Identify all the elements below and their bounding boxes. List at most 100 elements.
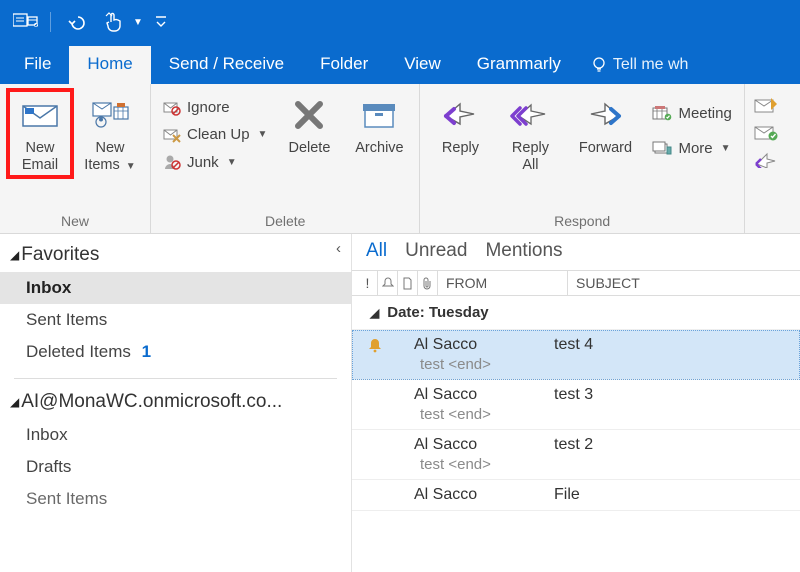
- quickstep-icon-2[interactable]: [753, 124, 779, 142]
- tell-me-label: Tell me wh: [613, 56, 689, 74]
- customize-qat-icon[interactable]: [153, 8, 169, 36]
- nav-item-sent[interactable]: Sent Items: [0, 304, 351, 336]
- forward-icon: [585, 94, 625, 136]
- touch-mode-dropdown-icon[interactable]: ▼: [133, 17, 143, 28]
- tab-send-receive[interactable]: Send / Receive: [151, 46, 302, 84]
- folder-pane: ‹ ◢ Favorites Inbox Sent Items Deleted I…: [0, 234, 352, 572]
- delete-label: Delete: [288, 140, 330, 157]
- junk-label: Junk: [187, 154, 219, 171]
- more-icon: [652, 141, 672, 157]
- date-group-label: Date: Tuesday: [387, 304, 488, 321]
- reply-all-label: Reply All: [512, 140, 549, 173]
- new-items-icon: [90, 94, 130, 136]
- expand-triangle-icon: ◢: [10, 248, 19, 262]
- undo-icon[interactable]: [61, 8, 89, 36]
- new-items-button[interactable]: New Items ▼: [78, 90, 142, 177]
- nav-item-account-inbox[interactable]: Inbox: [0, 419, 351, 451]
- nav-item-account-sent[interactable]: Sent Items: [0, 483, 351, 515]
- ribbon-group-delete: Ignore Clean Up ▼ Junk ▼ Delete: [151, 84, 420, 233]
- cleanup-icon: [163, 127, 181, 143]
- collapse-pane-icon[interactable]: ‹: [336, 240, 341, 257]
- favorites-header[interactable]: ◢ Favorites: [0, 240, 351, 272]
- forward-button[interactable]: Forward: [568, 90, 642, 161]
- column-header-row[interactable]: ! FROM SUBJECT: [352, 270, 800, 296]
- tab-file[interactable]: File: [6, 46, 69, 84]
- message-from: Al Sacco: [414, 486, 554, 504]
- more-label: More: [678, 140, 712, 157]
- importance-column-icon[interactable]: !: [358, 271, 378, 295]
- tab-folder[interactable]: Folder: [302, 46, 386, 84]
- ignore-button[interactable]: Ignore: [159, 96, 271, 119]
- reply-button[interactable]: Reply: [428, 90, 492, 161]
- tab-grammarly[interactable]: Grammarly: [459, 46, 579, 84]
- deleted-count: 1: [142, 342, 151, 361]
- tell-me-search[interactable]: Tell me wh: [579, 48, 689, 84]
- junk-icon: [163, 153, 181, 171]
- message-list-pane: All Unread Mentions ! FROM SUBJECT ◢ Dat…: [352, 234, 800, 572]
- tab-view[interactable]: View: [386, 46, 459, 84]
- outlook-calendar-icon[interactable]: [12, 8, 40, 36]
- quickstep-icon-1[interactable]: [753, 96, 779, 116]
- chevron-down-icon: ▼: [258, 129, 268, 140]
- date-group-header[interactable]: ◢ Date: Tuesday: [352, 296, 800, 330]
- account-header[interactable]: ◢ AI@MonaWC.onmicrosoft.co...: [0, 387, 351, 419]
- message-row[interactable]: Al Sacco test 3 test <end>: [352, 380, 800, 430]
- envelope-icon: [20, 94, 60, 136]
- reply-icon: [440, 94, 480, 136]
- ignore-label: Ignore: [187, 99, 230, 116]
- message-from: Al Sacco: [414, 386, 554, 404]
- message-from: Al Sacco: [414, 436, 554, 454]
- filter-unread[interactable]: Unread: [405, 240, 467, 262]
- more-respond-button[interactable]: More ▼: [648, 137, 735, 160]
- ribbon-group-respond: Reply Reply All Forward Meeting: [420, 84, 744, 233]
- message-subject: test 4: [554, 336, 800, 354]
- message-from: Al Sacco: [414, 336, 554, 354]
- chevron-down-icon: ▼: [721, 143, 731, 154]
- clean-up-label: Clean Up: [187, 126, 250, 143]
- reply-label: Reply: [442, 140, 479, 157]
- filter-all[interactable]: All: [366, 240, 387, 262]
- message-row[interactable]: Al Sacco File: [352, 480, 800, 511]
- archive-button[interactable]: Archive: [347, 90, 411, 161]
- icon-column-icon[interactable]: [398, 271, 418, 295]
- meeting-button[interactable]: Meeting: [648, 102, 735, 125]
- subject-column-header[interactable]: SUBJECT: [568, 275, 800, 291]
- ribbon-tabstrip: File Home Send / Receive Folder View Gra…: [0, 44, 800, 84]
- reply-all-button[interactable]: Reply All: [498, 90, 562, 177]
- group-caption-delete: Delete: [159, 209, 411, 231]
- touch-mode-icon[interactable]: [99, 8, 127, 36]
- filter-mentions[interactable]: Mentions: [485, 240, 562, 262]
- ignore-icon: [163, 100, 181, 116]
- ribbon: New Email New Items ▼ New Ignore Clean U…: [0, 84, 800, 234]
- nav-item-inbox[interactable]: Inbox: [0, 272, 351, 304]
- quick-access-toolbar: ▼: [0, 0, 800, 44]
- expand-triangle-icon: ◢: [370, 306, 379, 320]
- quickstep-icon-3[interactable]: [753, 150, 779, 168]
- nav-divider: [14, 378, 337, 379]
- clean-up-button[interactable]: Clean Up ▼: [159, 123, 271, 146]
- junk-button[interactable]: Junk ▼: [159, 150, 271, 174]
- from-column-header[interactable]: FROM: [438, 271, 568, 295]
- account-label: AI@MonaWC.onmicrosoft.co...: [21, 391, 282, 413]
- nav-item-account-drafts[interactable]: Drafts: [0, 451, 351, 483]
- message-preview: test <end>: [358, 356, 800, 373]
- message-row[interactable]: Al Sacco test 4 test <end>: [352, 330, 800, 380]
- message-row[interactable]: Al Sacco test 2 test <end>: [352, 430, 800, 480]
- reminder-column-icon[interactable]: [378, 271, 398, 295]
- delete-button[interactable]: Delete: [277, 90, 341, 161]
- new-email-label: New Email: [22, 140, 58, 173]
- tab-home[interactable]: Home: [69, 46, 150, 84]
- chevron-down-icon: ▼: [227, 157, 237, 168]
- nav-item-deleted[interactable]: Deleted Items 1: [0, 336, 351, 368]
- content-area: ‹ ◢ Favorites Inbox Sent Items Deleted I…: [0, 234, 800, 572]
- message-subject: File: [554, 486, 800, 504]
- archive-icon: [361, 94, 397, 136]
- attachment-column-icon[interactable]: [418, 271, 438, 295]
- reply-all-icon: [509, 94, 551, 136]
- lightbulb-icon: [591, 56, 607, 74]
- forward-label: Forward: [579, 140, 632, 157]
- message-preview: test <end>: [358, 406, 800, 423]
- new-email-button[interactable]: New Email: [8, 90, 72, 177]
- meeting-icon: [652, 106, 672, 122]
- expand-triangle-icon: ◢: [10, 395, 19, 409]
